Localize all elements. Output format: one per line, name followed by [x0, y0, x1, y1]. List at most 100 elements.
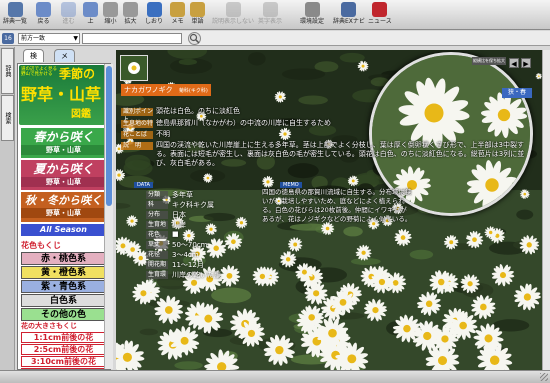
toolbar-label-10: 英字表示 — [258, 18, 283, 25]
color-index-button-2[interactable]: 紫・青色系 — [21, 280, 106, 293]
data-value-3: 川岸 — [172, 221, 186, 229]
entry-thumbnail[interactable] — [120, 55, 148, 81]
toolbar-icon-2 — [61, 2, 76, 17]
size-index-button-2[interactable]: 3:10cm前後の花 — [21, 356, 106, 367]
season-summer-line2: 野草・山草 — [21, 177, 106, 187]
color-index-button-3[interactable]: 白色系 — [21, 294, 106, 307]
left-panel-scrollbar[interactable] — [104, 64, 113, 369]
toolbar-button-2[interactable]: 進む — [61, 2, 76, 28]
color-index-button-1[interactable]: 黄・橙色系 — [21, 266, 106, 279]
data-label-8: 生育環境 — [146, 271, 168, 286]
toolbar-button-10[interactable]: 英字表示 — [258, 2, 282, 28]
field-value-1: 徳島県那賀川（なかがわ）の中流の川岸に自生するため — [156, 119, 331, 127]
toolbar-label-5: 拡大 — [124, 18, 137, 25]
data-value-7: 11〜12月 — [172, 261, 204, 269]
toolbar-label-13: ニュース — [368, 18, 392, 25]
season-autumn-button[interactable]: 秋・冬から咲く 野草・山草 — [21, 192, 106, 222]
season-spring-button[interactable]: 春から咲く 野草・山草 — [21, 128, 106, 158]
search-mode-select[interactable]: 前方一致 ▼ — [18, 33, 80, 44]
toolbar: 辞典一覧 戻る 進む 上 縮小 拡大 しおり メモ 単語 説明表示しない 英字表示 環境設定 辞典EXナ… — [0, 0, 550, 30]
toolbar-button-4[interactable]: 縮小 — [103, 2, 118, 28]
toolbar-icon-13 — [372, 2, 388, 17]
content-scrollbar[interactable] — [542, 50, 550, 370]
data-label-6: 花径 — [146, 251, 168, 259]
toolbar-label-6: しおり — [145, 18, 164, 25]
toolbar-icon-6 — [146, 2, 162, 17]
resize-grip-icon[interactable] — [540, 373, 548, 381]
toolbar-label-1: 戻る — [37, 18, 50, 25]
toolbar-button-12[interactable]: 辞典EXナビ — [333, 2, 365, 28]
color-index-button-0[interactable]: 赤・桃色系 — [21, 252, 106, 265]
toolbar-button-13[interactable]: ニュース — [368, 2, 392, 28]
field-label-0: 識別ポイント — [121, 108, 154, 123]
toolbar-label-2: 進む — [62, 18, 75, 25]
data-label-7: 開花期 — [146, 261, 168, 269]
toolbar-button-1[interactable]: 戻る — [36, 2, 51, 28]
toolbar-icon-3 — [83, 2, 98, 17]
field-value-2: 不明 — [156, 130, 170, 138]
entry-name: ナカガワノギク — [124, 86, 173, 94]
data-label-2: 分布 — [146, 211, 168, 219]
next-entry-button[interactable]: ▶ — [521, 58, 531, 68]
toolbar-button-8[interactable]: 単語 — [190, 2, 205, 28]
color-index-button-4[interactable]: その他の色 — [21, 308, 106, 321]
toolbar-icon-1 — [36, 2, 51, 17]
data-label-3: 生育地 — [146, 221, 168, 229]
toolbar-icon-4 — [103, 2, 118, 17]
season-spring-line2: 野草・山草 — [21, 145, 106, 155]
toolbar-button-5[interactable]: 拡大 — [123, 2, 138, 28]
season-summer-line1: 夏から咲く — [33, 162, 94, 176]
toolbar-label-9: 説明表示しない — [212, 18, 255, 25]
toolbar-button-7[interactable]: メモ — [170, 2, 185, 28]
toolbar-icon-12 — [341, 2, 357, 17]
scrollbar-thumb[interactable] — [106, 66, 112, 206]
color-index-label: 花色もくじ — [21, 240, 61, 250]
toolbar-icon-7 — [170, 2, 185, 17]
toolbar-label-7: メモ — [171, 18, 184, 25]
data-value-2: 日本 — [172, 211, 186, 219]
search-input[interactable] — [82, 33, 182, 44]
toolbar-icon-10 — [262, 2, 278, 17]
size-index-button-0[interactable]: 1:1cm前後の花 — [21, 332, 106, 343]
prev-entry-button[interactable]: ◀ — [509, 58, 519, 68]
toolbar-label-8: 単語 — [191, 18, 204, 25]
magnifier-icon[interactable] — [188, 32, 201, 45]
size-index-label: 花の大きさもくじ — [21, 321, 77, 330]
toolbar-button-6[interactable]: しおり — [145, 2, 163, 28]
toolbar-label-12: 辞典EXナビ — [333, 18, 365, 25]
toolbar-label-11: 環境設定 — [300, 18, 325, 25]
toolbar-icon-0 — [7, 2, 23, 17]
toolbar-icon-8 — [190, 2, 205, 17]
toolbar-label-0: 辞典一覧 — [3, 18, 28, 25]
data-value-5: 50〜70cm — [172, 241, 208, 249]
data-value-8: 川岸の乾いた崖 — [172, 271, 221, 279]
chevron-down-icon: ▼ — [73, 35, 78, 42]
toolbar-icon-5 — [123, 2, 138, 17]
toolbar-button-9[interactable]: 説明表示しない — [212, 2, 254, 28]
toolbar-label-3: 上 — [87, 18, 94, 25]
size-index-button-1[interactable]: 2:5cm前後の花 — [21, 344, 106, 355]
zoom-caption: 縦横比を保ち拡大 — [472, 57, 506, 65]
toolbar-label-4: 縮小 — [104, 18, 117, 25]
field-label-2: 花ことば — [121, 131, 153, 139]
book-header: 道の辺でよく見る 野山で見かける 季節の 野草・山草 図鑑 — [19, 65, 105, 125]
toolbar-button-11[interactable]: 環境設定 — [300, 2, 324, 28]
data-label-4: 花色 — [146, 231, 168, 239]
field-label-1: 生息地の特徴 — [121, 120, 154, 135]
search-mode-value: 前方一致 — [21, 35, 46, 42]
data-label-0: 分類 — [146, 191, 168, 199]
field-value-0: 頭花は白色。のちに淡紅色 — [156, 107, 240, 115]
vertical-tab-dictionary[interactable]: 辞典 — [1, 48, 14, 94]
all-season-button[interactable]: All Season — [21, 224, 106, 236]
book-header-title2: 野草・山草 — [21, 85, 102, 104]
season-summer-button[interactable]: 夏から咲く 野草・山草 — [21, 160, 106, 190]
vertical-tab-search[interactable]: 検索 — [1, 95, 14, 141]
data-label-5: 草丈 — [146, 241, 168, 249]
toolbar-button-3[interactable]: 上 — [83, 2, 98, 28]
tab-menu[interactable]: メニュー — [54, 49, 75, 96]
entry-family: 菊科(キク科) — [178, 88, 208, 94]
field-label-3: 説 明 — [121, 142, 153, 150]
toolbar-button-0[interactable]: 辞典一覧 — [3, 2, 27, 28]
tab-search[interactable]: 検索 — [23, 49, 44, 72]
toolbar-icon-9 — [225, 2, 241, 17]
